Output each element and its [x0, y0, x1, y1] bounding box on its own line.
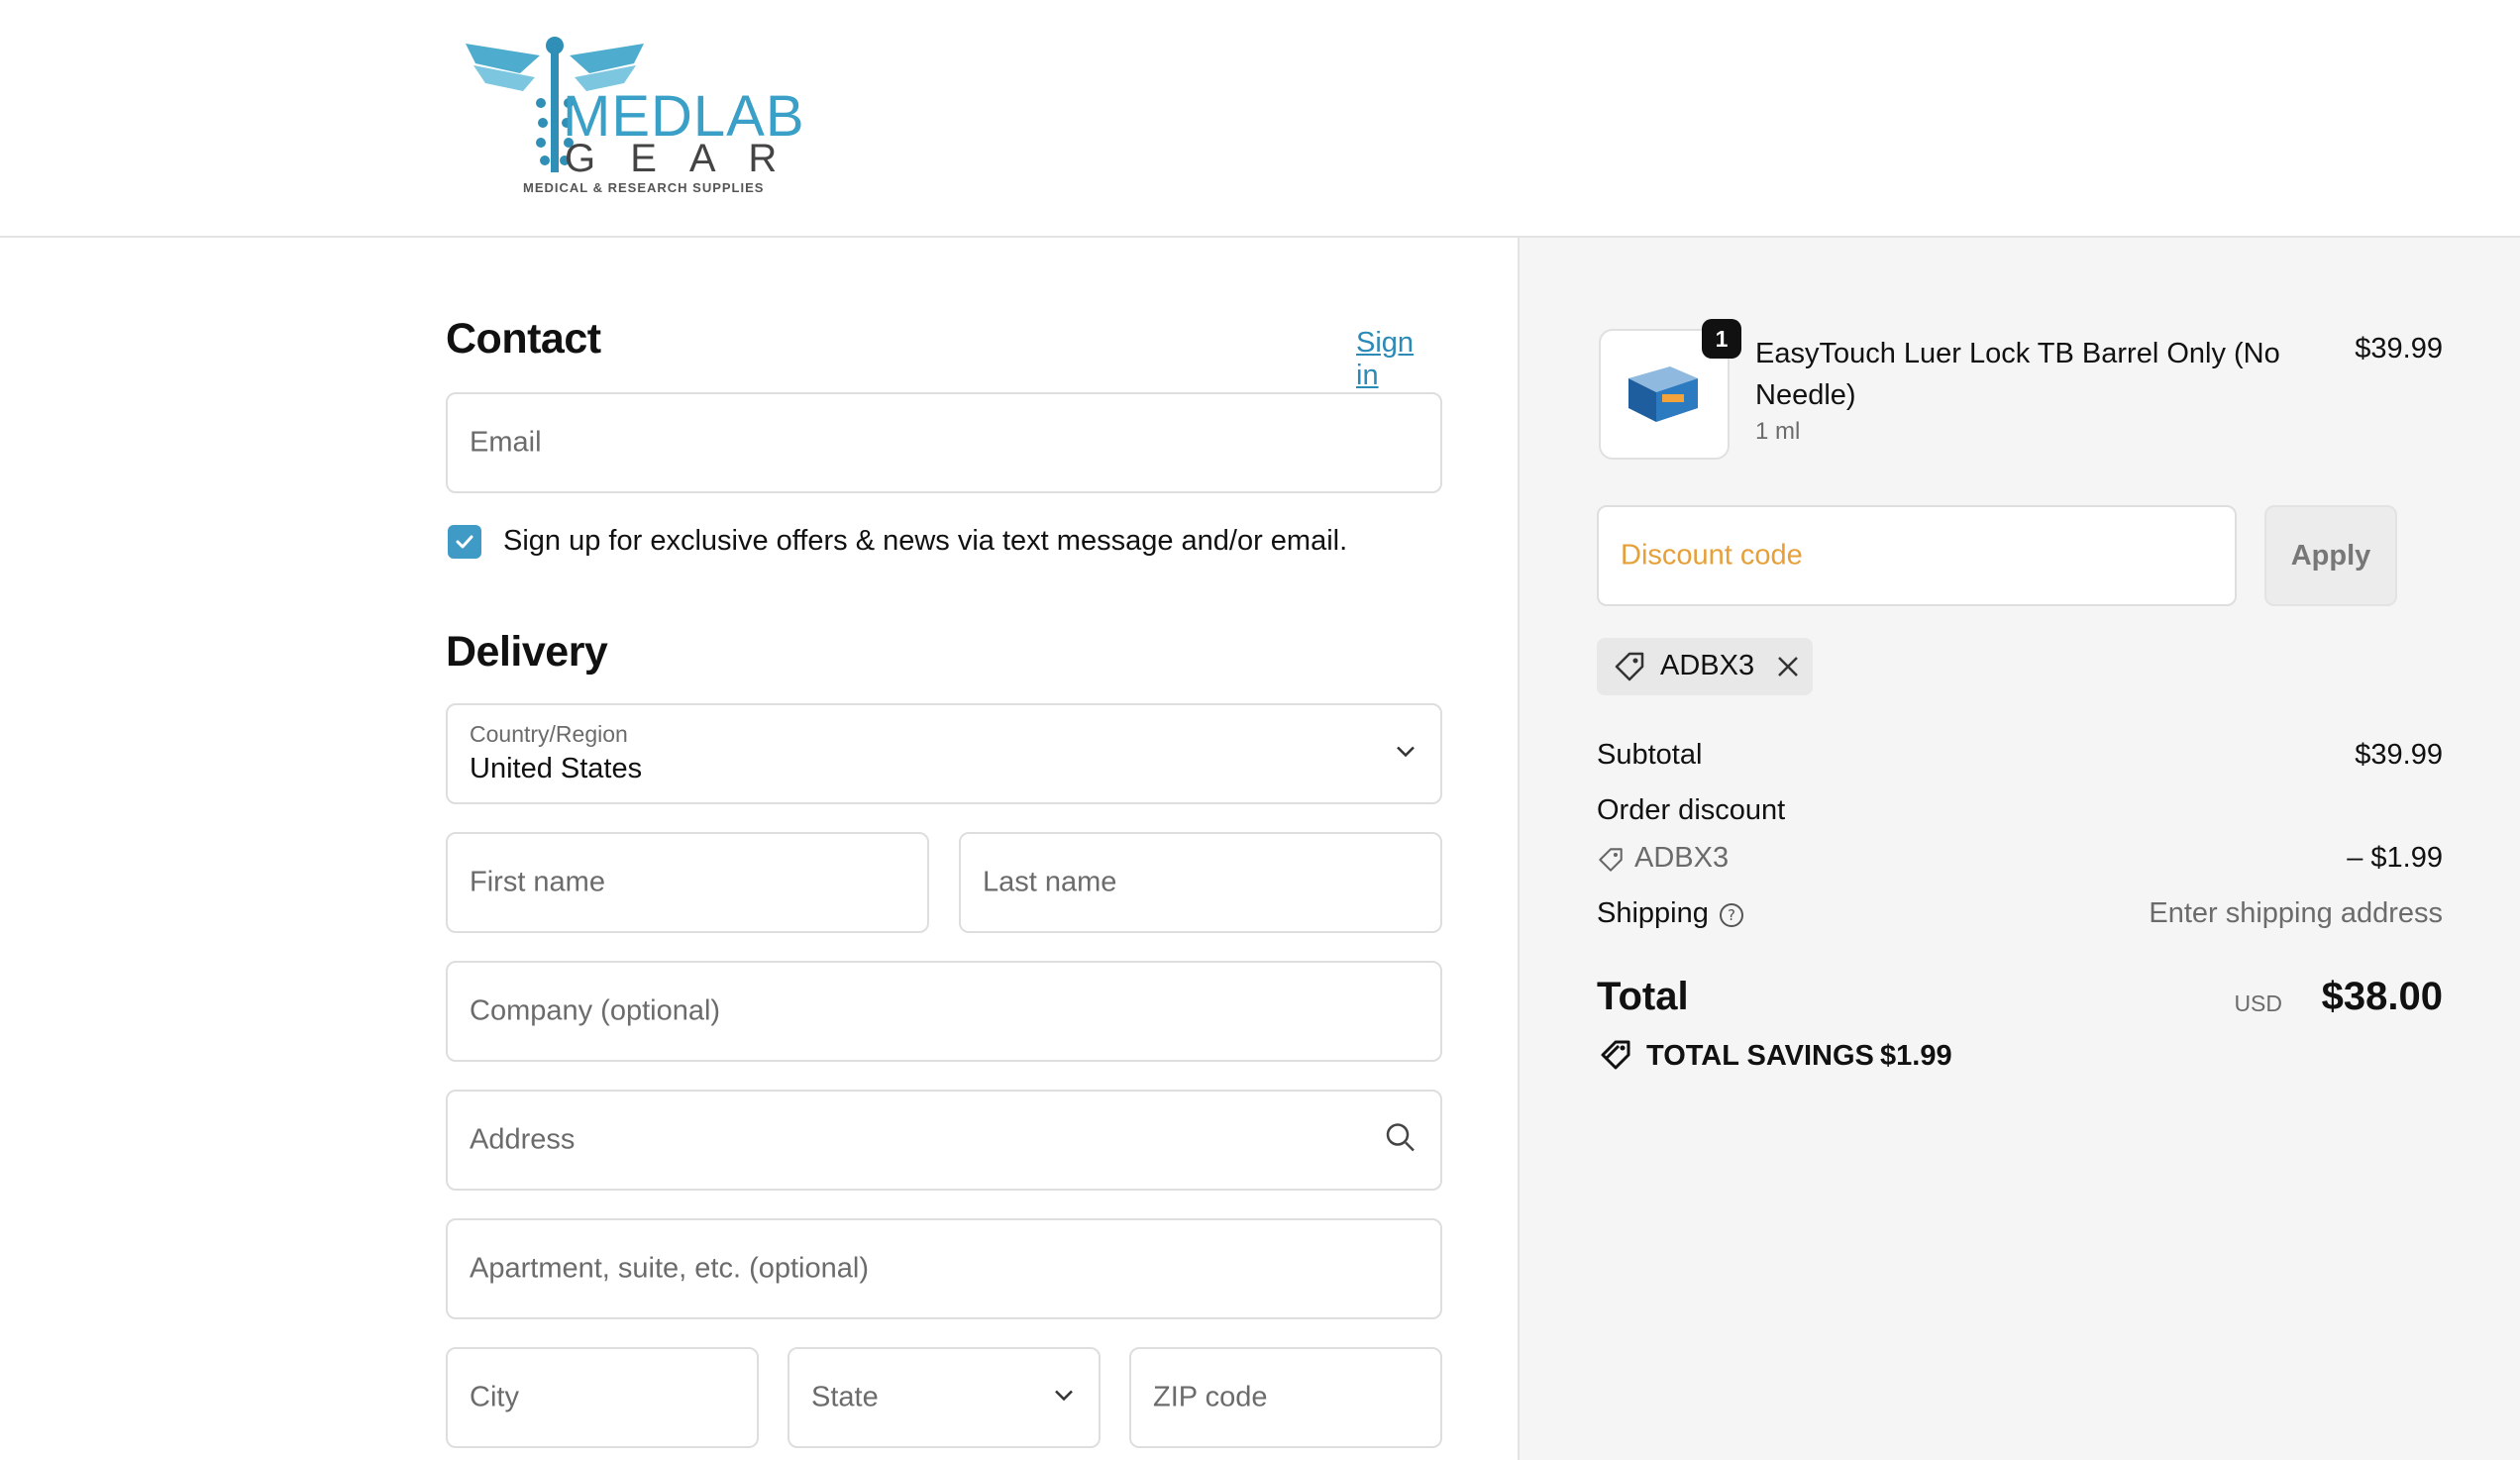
discount-value: – $1.99 [2347, 842, 2443, 874]
help-icon[interactable]: ? [1718, 901, 1745, 929]
tag-icon [1599, 848, 1623, 872]
delivery-heading: Delivery [446, 628, 608, 676]
discount-code-line: ADBX3 [1634, 842, 1730, 874]
logo-tagline: MEDICAL & RESEARCH SUPPLIES [523, 180, 765, 195]
first-name-placeholder: First name [470, 866, 605, 898]
total-savings-label: TOTAL SAVINGS [1646, 1040, 1874, 1072]
tag-icon [1615, 652, 1644, 681]
state-placeholder: State [811, 1381, 879, 1413]
product-variant: 1 ml [1755, 418, 1801, 445]
applied-code-label: ADBX3 [1660, 650, 1755, 681]
remove-discount-icon[interactable] [1775, 654, 1801, 684]
shipping-label: Shipping [1597, 897, 1709, 929]
company-placeholder: Company (optional) [470, 994, 721, 1027]
currency-code: USD [2234, 991, 2282, 1016]
shipping-value: Enter shipping address [2149, 897, 2443, 929]
check-icon [456, 535, 473, 549]
contact-heading: Contact [446, 315, 601, 363]
header: MEDLAB G E A R MEDICAL & RESEARCH SUPPLI… [0, 0, 2520, 238]
apartment-field[interactable]: Apartment, suite, etc. (optional) [446, 1218, 1442, 1319]
discount-code-placeholder: Discount code [1621, 539, 1803, 572]
sms-opt-in-label: Sign up for exclusive offers & news via … [503, 525, 1348, 557]
subtotal-label: Subtotal [1597, 739, 1703, 771]
svg-text:?: ? [1728, 906, 1735, 924]
product-thumbnail: 1 [1599, 319, 1741, 460]
address-field[interactable]: Address [446, 1090, 1442, 1191]
last-name-placeholder: Last name [983, 866, 1117, 898]
last-name-field[interactable]: Last name [959, 832, 1442, 933]
zip-placeholder: ZIP code [1153, 1381, 1268, 1413]
apply-button-label: Apply [2290, 539, 2371, 572]
order-discount-label: Order discount [1597, 794, 1786, 826]
sms-opt-in-checkbox[interactable] [448, 525, 481, 559]
product-name: EasyTouch Luer Lock TB Barrel Only (No N… [1755, 338, 2280, 411]
chevron-down-icon [1053, 1389, 1075, 1408]
state-select[interactable]: State [788, 1347, 1101, 1448]
chevron-down-icon [1395, 745, 1417, 764]
email-placeholder: Email [470, 426, 542, 459]
brand-logo[interactable]: MEDLAB G E A R MEDICAL & RESEARCH SUPPLI… [446, 34, 804, 198]
country-value: United States [470, 753, 643, 784]
logo-wordmark-sub: G E A R [565, 137, 789, 180]
search-icon[interactable] [1385, 1122, 1417, 1159]
zip-field[interactable]: ZIP code [1129, 1347, 1442, 1448]
applied-discount-tag: ADBX3 [1597, 638, 1813, 695]
address-placeholder: Address [470, 1123, 576, 1156]
country-select[interactable]: Country/Region United States [446, 703, 1442, 804]
country-label: Country/Region [470, 721, 628, 747]
email-field[interactable]: Email [446, 392, 1442, 493]
quantity-badge: 1 [1702, 319, 1741, 359]
subtotal-value: $39.99 [2355, 739, 2443, 771]
total-value: $38.00 [2321, 975, 2443, 1018]
total-label: Total [1597, 975, 1689, 1018]
discount-code-field[interactable]: Discount code [1597, 505, 2237, 606]
apartment-placeholder: Apartment, suite, etc. (optional) [470, 1252, 869, 1285]
product-price: $39.99 [2355, 333, 2443, 365]
apply-discount-button[interactable]: Apply [2264, 505, 2397, 606]
city-placeholder: City [470, 1381, 519, 1413]
company-field[interactable]: Company (optional) [446, 961, 1442, 1062]
first-name-field[interactable]: First name [446, 832, 929, 933]
sign-in-link[interactable]: Sign in [1356, 327, 1442, 392]
order-summary: 1 EasyTouch Luer Lock TB Barrel Only (No… [1518, 238, 2520, 1460]
total-savings-value: $1.99 [1880, 1040, 1952, 1072]
savings-tag-icon [1601, 1040, 1630, 1070]
city-field[interactable]: City [446, 1347, 759, 1448]
